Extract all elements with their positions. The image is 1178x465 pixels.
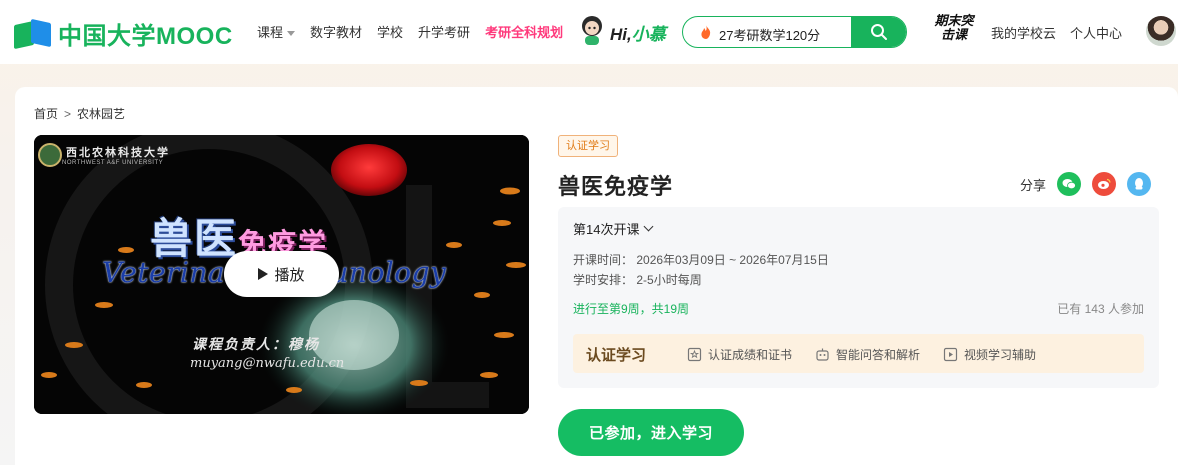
chevron-down-icon	[287, 31, 296, 37]
video-cover-email: muyang@nwafu.edu.cn	[190, 356, 345, 371]
breadcrumb-category[interactable]: 农林园艺	[77, 107, 125, 121]
site-logo[interactable]: 中国大学MOOC	[14, 16, 233, 51]
main-nav: 课程 数字教材 学校 升学考研 考研全科规划	[257, 22, 578, 41]
flame-icon	[701, 25, 711, 39]
logo-text: 中国大学MOOC	[58, 23, 233, 50]
personal-center-link[interactable]: 个人中心	[1070, 23, 1122, 42]
university-name-cn: 西北农林科技大学	[66, 146, 170, 159]
final-exam-promo[interactable]: 期末突击课	[929, 14, 979, 48]
search-icon	[870, 24, 887, 40]
user-links: 我的学校云 个人中心	[991, 23, 1136, 42]
weibo-icon[interactable]	[1092, 172, 1117, 196]
share-bar: 分享	[1020, 172, 1152, 196]
mascot-icon	[582, 16, 602, 45]
breadcrumb: 首页 > 农林园艺	[34, 105, 125, 122]
university-mark: 西北农林科技大学 NORTHWEST A&F UNIVERSITY	[38, 143, 170, 167]
breadcrumb-home[interactable]: 首页	[34, 107, 58, 121]
course-info-panel: 第14次开课 开课时间： 2026年03月09日 ~ 2026年07月15日 学…	[558, 207, 1159, 388]
university-name-en: NORTHWEST A&F UNIVERSITY	[62, 160, 164, 166]
certification-features: 认证学习 认证成绩和证书 智能问答和解析 视频学习辅助	[573, 334, 1144, 373]
search-button[interactable]	[851, 17, 906, 47]
nav-item-postgraduate[interactable]: 升学考研	[418, 22, 470, 41]
breadcrumb-separator: >	[64, 107, 72, 121]
course-card: 首页 > 农林园艺 西北农林科技大学 NORTHWEST A&F UNIVERS…	[15, 87, 1178, 465]
schedule-row: 开课时间： 2026年03月09日 ~ 2026年07月15日	[573, 253, 829, 267]
qq-icon[interactable]	[1127, 172, 1152, 196]
wechat-icon[interactable]	[1057, 172, 1082, 196]
nav-item-digital-textbooks[interactable]: 数字教材	[310, 22, 362, 41]
course-title: 兽医免疫学	[558, 174, 674, 199]
course-progress: 进行至第9周，共19周	[573, 302, 690, 316]
play-button[interactable]: 播放	[224, 251, 339, 297]
participant-count: 已有 143 人参加	[1057, 302, 1144, 316]
logo-mark-icon	[14, 18, 52, 49]
my-school-cloud-link[interactable]: 我的学校云	[991, 23, 1056, 42]
chevron-down-icon	[644, 221, 654, 232]
certificate-icon	[687, 347, 702, 362]
term-selector[interactable]: 第14次开课	[573, 219, 654, 238]
feature-smart-qa: 智能问答和解析	[815, 346, 920, 363]
avatar[interactable]	[1146, 16, 1176, 46]
play-icon	[258, 268, 269, 280]
nav-item-courses[interactable]: 课程	[257, 22, 296, 41]
enter-course-button[interactable]: 已参加，进入学习	[558, 409, 744, 456]
cert-label: 认证学习	[586, 347, 647, 364]
search-box[interactable]: 27考研数学120分	[682, 16, 907, 48]
robot-icon	[816, 348, 829, 361]
video-play-icon	[943, 347, 958, 362]
nav-item-exam-planning[interactable]: 考研全科规划	[485, 22, 563, 41]
university-seal-icon	[38, 143, 62, 167]
feature-video-assist: 视频学习辅助	[943, 346, 1036, 363]
certified-badge: 认证学习	[558, 135, 618, 157]
feature-certificate: 认证成绩和证书	[687, 346, 792, 363]
nav-item-schools[interactable]: 学校	[377, 22, 403, 41]
search-input[interactable]: 27考研数学120分	[719, 25, 820, 44]
top-navbar: 中国大学MOOC 课程 数字教材 学校 升学考研 考研全科规划 Hi,小慕 27…	[0, 0, 1178, 64]
video-cover-instructor: 课程负责人：穆杨	[192, 337, 320, 353]
share-label: 分享	[1020, 177, 1047, 193]
greeting: Hi,小慕	[610, 25, 666, 44]
hours-row: 学时安排： 2-5小时每周	[573, 273, 702, 287]
course-video-player[interactable]: 西北农林科技大学 NORTHWEST A&F UNIVERSITY 兽医免疫学 …	[34, 135, 529, 414]
